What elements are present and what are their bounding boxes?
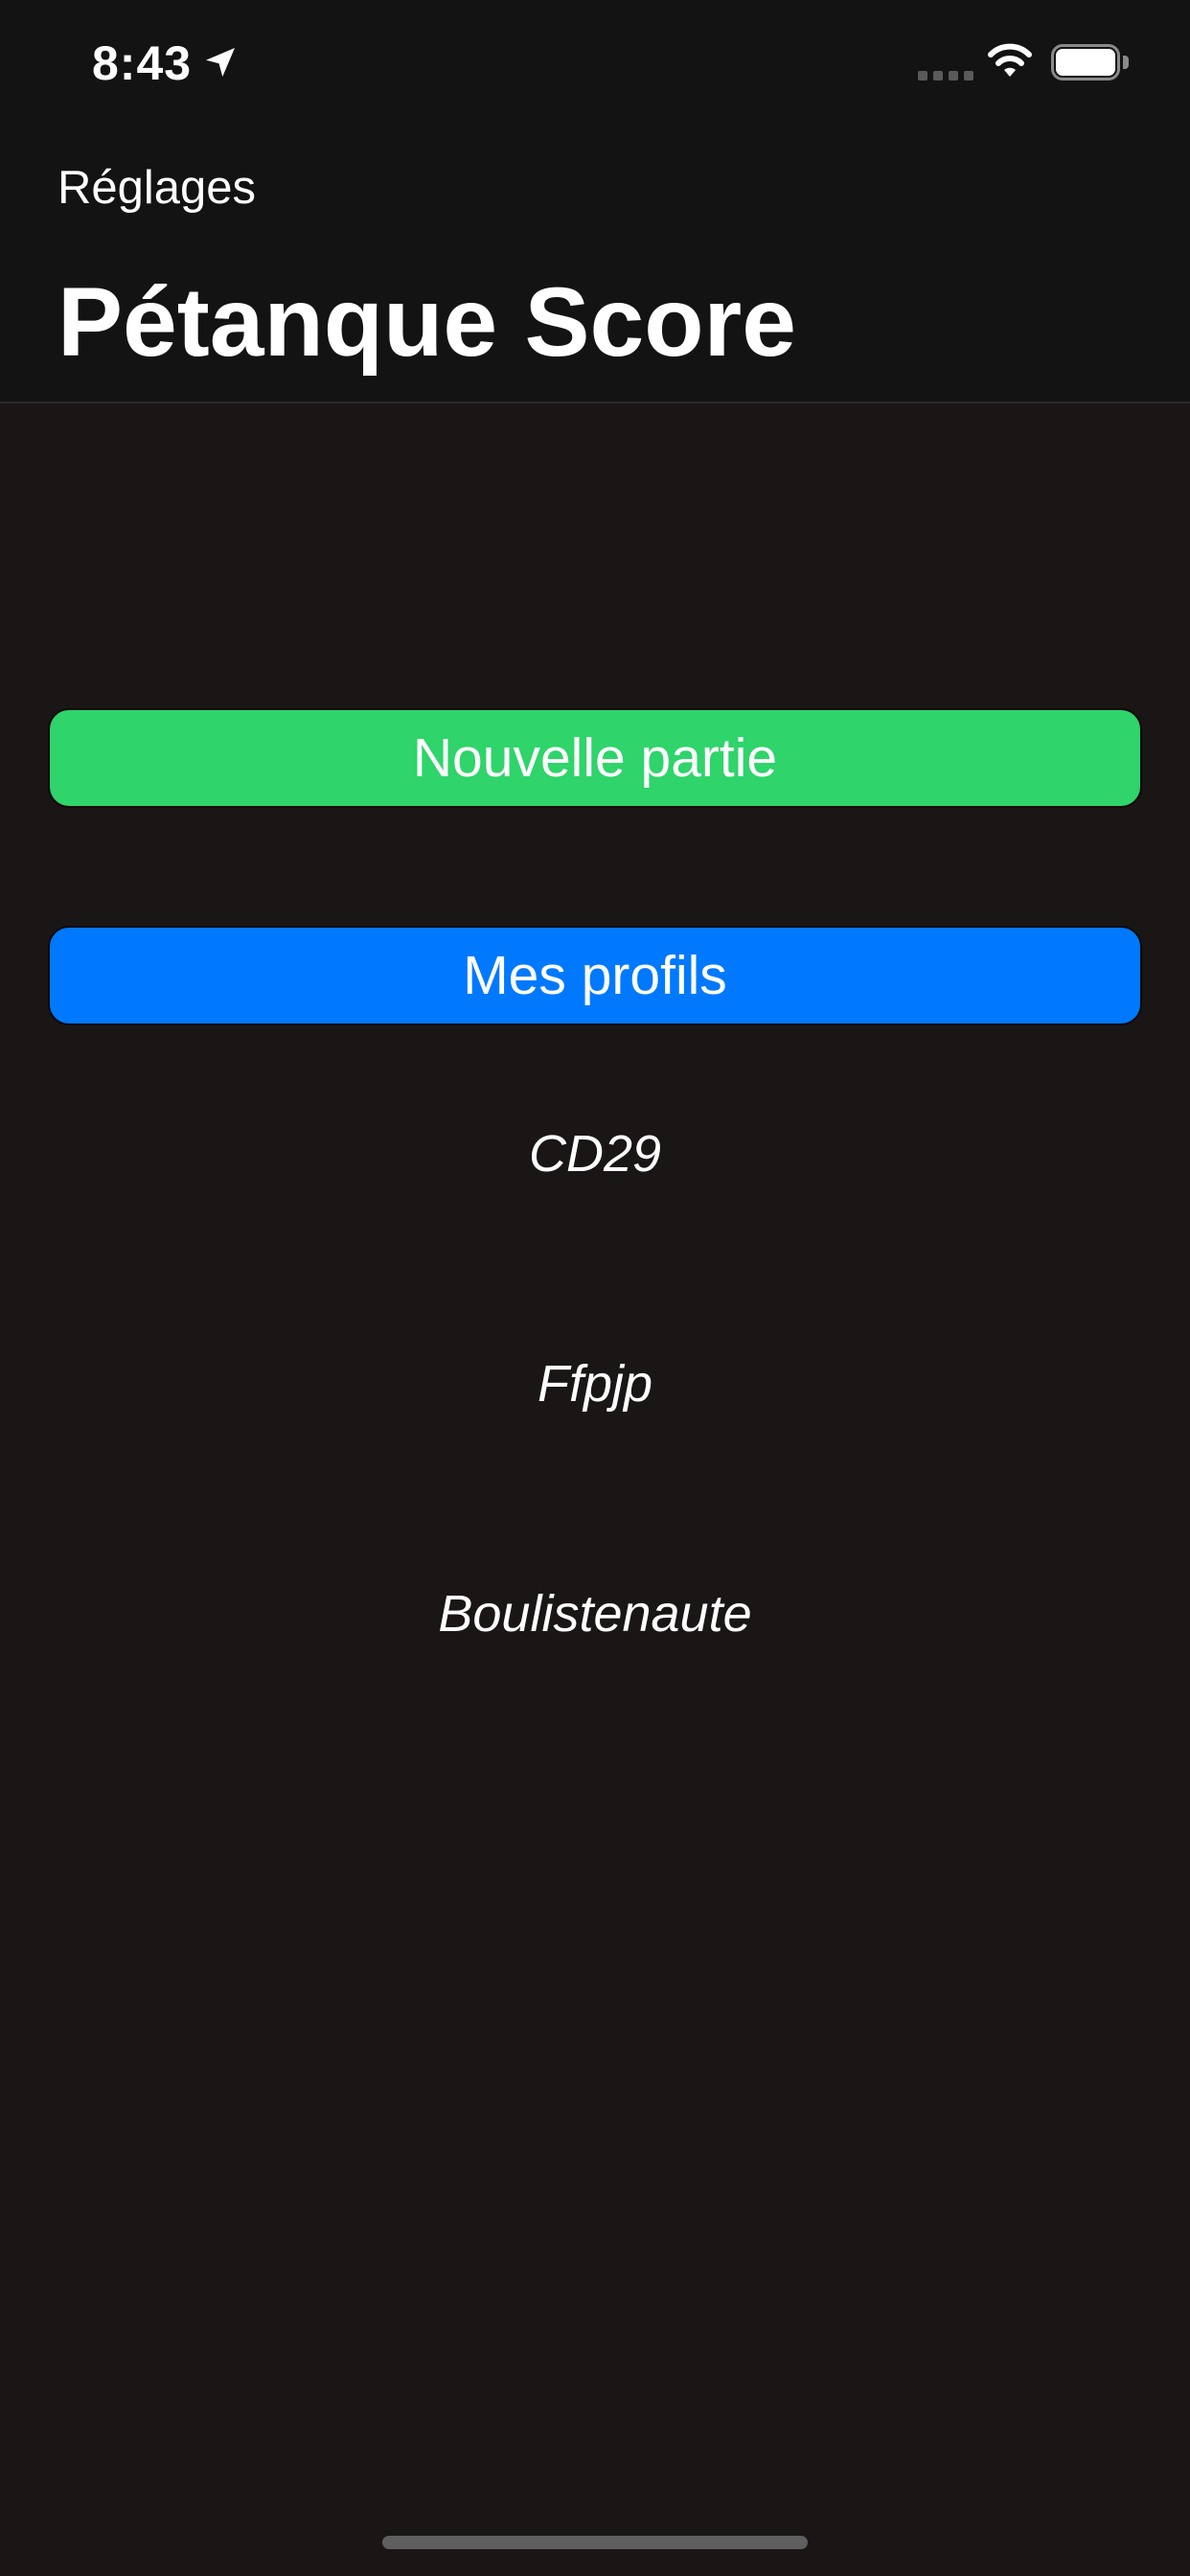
profile-item-ffpjp[interactable]: Ffpjp (0, 1350, 1190, 1417)
battery-tip (1123, 56, 1129, 69)
battery-fill (1056, 49, 1115, 76)
status-time: 8:43 (92, 36, 193, 90)
my-profiles-button[interactable]: Mes profils (48, 926, 1142, 1025)
cellular-signal-icon (918, 71, 973, 82)
back-button-reglages[interactable]: Réglages (57, 159, 256, 217)
location-arrow-icon (206, 48, 235, 77)
profile-item-cd29[interactable]: CD29 (0, 1120, 1190, 1187)
battery-icon (1051, 44, 1130, 80)
new-game-button-label: Nouvelle partie (412, 727, 778, 789)
status-bar: 8:43 (0, 0, 1190, 126)
page-title: Pétanque Score (57, 267, 796, 377)
new-game-button[interactable]: Nouvelle partie (48, 708, 1142, 808)
my-profiles-button-label: Mes profils (463, 945, 727, 1006)
profile-item-boulistenaute[interactable]: Boulistenaute (0, 1580, 1190, 1647)
wifi-icon (988, 43, 1032, 77)
header-region: 8:43 Réglages Pétanque Score (0, 0, 1190, 403)
home-indicator[interactable] (382, 2536, 808, 2549)
